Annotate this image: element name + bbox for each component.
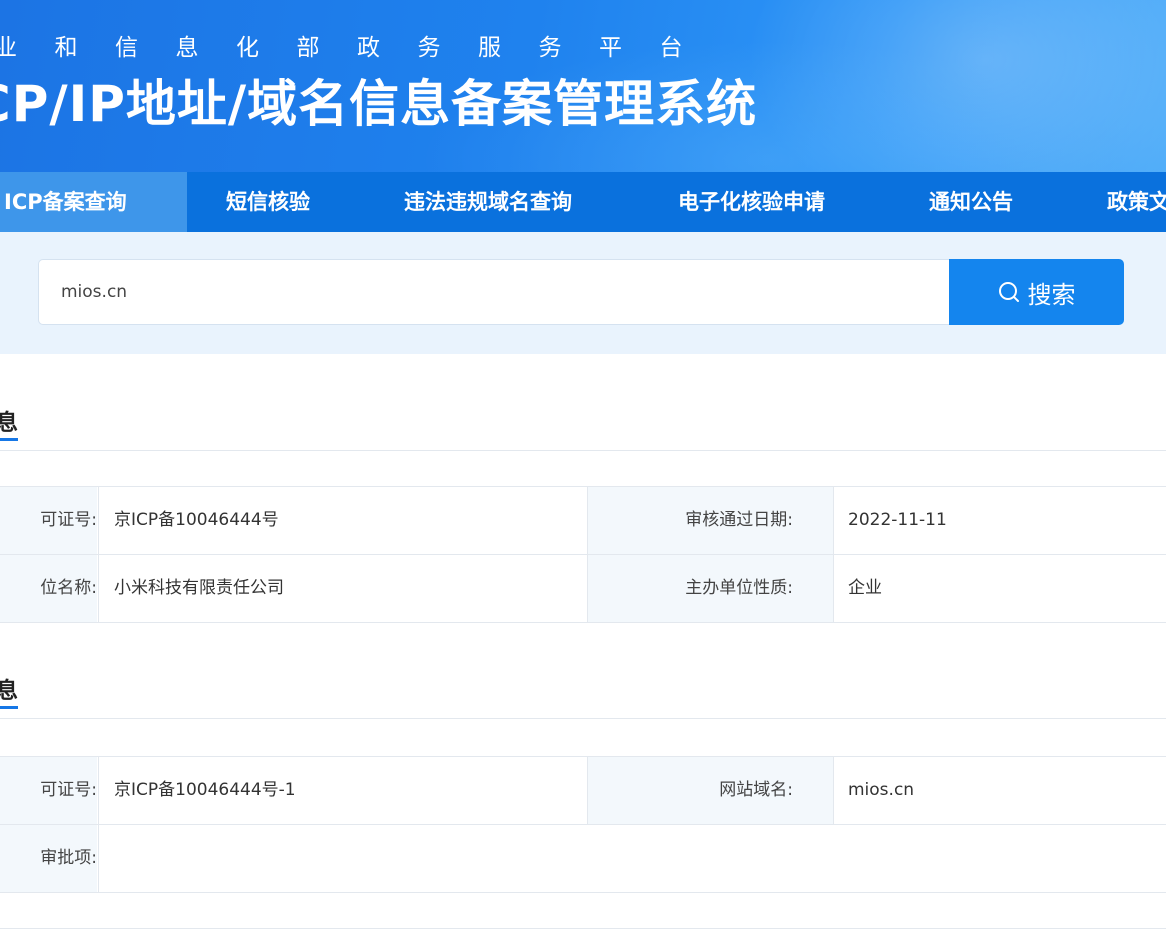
tab-illegal-domain-query[interactable]: 违法违规域名查询 — [404, 172, 572, 232]
tab-sms-verify[interactable]: 短信核验 — [226, 172, 310, 232]
info-table: 可证号: 京ICP备10046444号-1 网站域名: mios.cn 审批项: — [0, 756, 1166, 893]
tab-policy[interactable]: 政策文 — [1107, 172, 1166, 232]
divider — [0, 450, 1166, 451]
field-label: 网站域名: — [587, 757, 833, 824]
table-row: 可证号: 京ICP备10046444号-1 网站域名: mios.cn — [0, 757, 1166, 825]
section-title: 息 — [0, 411, 19, 436]
field-value: 小米科技有限责任公司 — [98, 555, 586, 622]
search-button[interactable]: 搜索 — [949, 259, 1124, 325]
field-value: mios.cn — [833, 757, 1166, 824]
field-value: 企业 — [833, 555, 1166, 622]
main-nav: ICP备案查询 短信核验 违法违规域名查询 电子化核验申请 通知公告 政策文 — [0, 172, 1166, 232]
title-underline — [0, 706, 18, 709]
table-row: 审批项: — [0, 825, 1166, 893]
table-row: 位名称: 小米科技有限责任公司 主办单位性质: 企业 — [0, 555, 1166, 623]
field-label: 审批项: — [0, 825, 97, 892]
field-label: 主办单位性质: — [587, 555, 833, 622]
tab-notices[interactable]: 通知公告 — [929, 172, 1013, 232]
section-title: 息 — [0, 679, 19, 704]
field-label: 可证号: — [0, 757, 97, 824]
tab-e-verify-apply[interactable]: 电子化核验申请 — [678, 172, 825, 232]
field-label: 审核通过日期: — [587, 487, 833, 554]
field-value: 京ICP备10046444号 — [98, 487, 586, 554]
field-label: 位名称: — [0, 555, 97, 622]
info-table: 可证号: 京ICP备10046444号 审核通过日期: 2022-11-11 位… — [0, 486, 1166, 623]
divider — [0, 928, 1166, 929]
search-button-label: 搜索 — [1027, 280, 1076, 309]
search-input[interactable] — [38, 259, 952, 325]
header-subtitle: 业和信息化部政务服务平台 — [0, 35, 720, 61]
field-label: 可证号: — [0, 487, 97, 554]
field-value: 2022-11-11 — [833, 487, 1166, 554]
page-title: CP/IP地址/域名信息备案管理系统 — [0, 75, 758, 133]
field-value — [98, 825, 1166, 892]
field-value: 京ICP备10046444号-1 — [98, 757, 586, 824]
title-underline — [0, 438, 18, 441]
header-banner: 业和信息化部政务服务平台 CP/IP地址/域名信息备案管理系统 — [0, 0, 1166, 172]
table-row: 可证号: 京ICP备10046444号 审核通过日期: 2022-11-11 — [0, 487, 1166, 555]
tab-icp-query[interactable]: ICP备案查询 — [0, 172, 187, 232]
search-icon — [998, 282, 1019, 302]
search-band: 搜索 — [0, 232, 1166, 354]
divider — [0, 718, 1166, 719]
